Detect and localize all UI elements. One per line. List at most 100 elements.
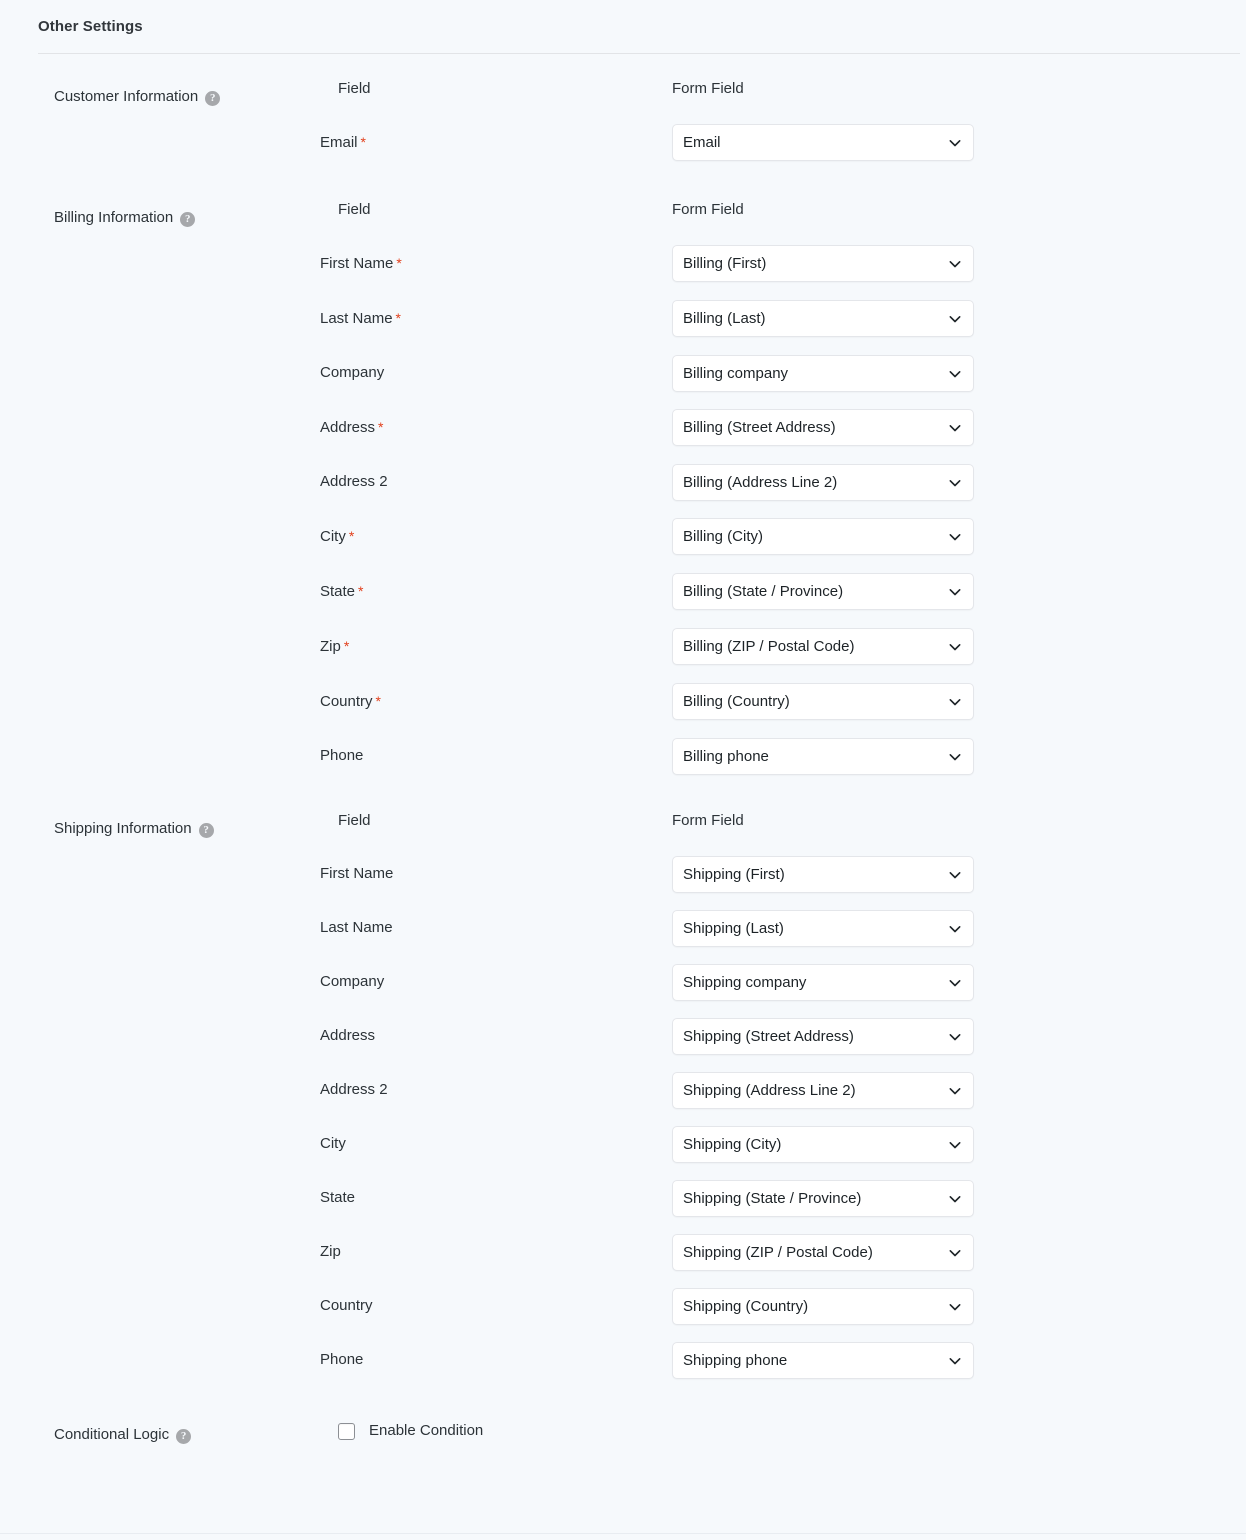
field-label: Address — [320, 1027, 375, 1044]
field-label-text: First Name — [320, 865, 394, 882]
table-row: Zip * Billing (ZIP / Postal Code) — [320, 625, 998, 680]
enable-condition-checkbox[interactable] — [338, 1422, 355, 1440]
setting-label-text: Billing Information — [54, 209, 174, 226]
field-label: Address * — [320, 419, 383, 436]
form-field-cell: Billing (Street Address) — [658, 406, 998, 461]
table-row: Email * Email — [320, 121, 998, 176]
form-field-select-billing_information-0[interactable]: Billing (First) — [672, 245, 974, 282]
form-field-cell: Shipping phone — [658, 1339, 998, 1393]
field-label: Last Name — [320, 919, 393, 936]
form-field-select-shipping_information-9[interactable]: Shipping phone — [672, 1341, 974, 1379]
form-field-cell: Shipping (Last) — [658, 907, 998, 961]
field-label: City * — [320, 528, 354, 545]
table-row: Country * Billing (Country) — [320, 680, 998, 735]
form-field-select-wrap: Email — [672, 124, 974, 161]
field-label-text: Last Name — [320, 310, 393, 327]
field-name-cell: Zip * — [320, 625, 658, 680]
field-mapping-table: Field Form Field Email * Email — [320, 79, 998, 176]
field-name-cell: Address * — [320, 406, 658, 461]
form-field-cell: Shipping (City) — [658, 1123, 998, 1177]
table-row: Phone Billing phone — [320, 735, 998, 789]
form-field-select-customer_information-0[interactable]: Email — [672, 124, 974, 161]
field-name-cell: Email * — [320, 121, 658, 176]
form-field-select-billing_information-3[interactable]: Billing (Street Address) — [672, 409, 974, 446]
required-asterisk: * — [343, 638, 350, 654]
field-label-text: Address — [320, 1027, 376, 1044]
field-label: Zip * — [320, 638, 349, 655]
form-field-select-billing_information-5[interactable]: Billing (City) — [672, 518, 974, 555]
table-row: Phone Shipping phone — [320, 1339, 998, 1393]
column-header-field: Field — [338, 812, 371, 829]
field-name-cell: Country * — [320, 680, 658, 735]
field-label-text: Zip — [320, 1243, 341, 1260]
form-field-select-wrap: Shipping (Country) — [672, 1287, 974, 1325]
form-field-select-billing_information-6[interactable]: Billing (State / Province) — [672, 573, 974, 610]
field-mapping-table: Field Form Field First Name * Billing (Fi… — [320, 200, 998, 789]
form-field-select-wrap: Billing (Last) — [672, 300, 974, 337]
form-field-select-shipping_information-4[interactable]: Shipping (Address Line 2) — [672, 1071, 974, 1109]
form-field-select-shipping_information-3[interactable]: Shipping (Street Address) — [672, 1017, 974, 1055]
form-field-select-shipping_information-2[interactable]: Shipping company — [672, 963, 974, 1001]
form-field-select-wrap: Shipping (Street Address) — [672, 1017, 974, 1055]
setting-label-cell: Conditional Logic ? — [0, 1417, 320, 1445]
setting-label-billing_information: Billing Information ? — [54, 208, 196, 228]
form-field-select-shipping_information-8[interactable]: Shipping (Country) — [672, 1287, 974, 1325]
form-field-select-wrap: Shipping company — [672, 963, 974, 1001]
setting-label-text: Conditional Logic — [54, 1426, 170, 1443]
field-label: Country * — [320, 693, 381, 710]
panel-header: Other Settings — [0, 0, 1246, 55]
form-field-select-billing_information-1[interactable]: Billing (Last) — [672, 300, 974, 337]
form-field-select-shipping_information-6[interactable]: Shipping (State / Province) — [672, 1179, 974, 1217]
form-field-select-wrap: Shipping (ZIP / Postal Code) — [672, 1233, 974, 1271]
settings-body: Customer Information ? Field Form Field … — [0, 55, 1246, 1445]
field-name-cell: Last Name — [320, 907, 658, 961]
table-row: Zip Shipping (ZIP / Postal Code) — [320, 1231, 998, 1285]
form-field-select-billing_information-2[interactable]: Billing company — [672, 354, 974, 392]
form-field-cell: Shipping company — [658, 961, 998, 1015]
form-field-select-billing_information-8[interactable]: Billing (Country) — [672, 683, 974, 720]
form-field-select-wrap: Shipping phone — [672, 1341, 974, 1379]
enable-condition-row: Enable Condition — [320, 1417, 1246, 1441]
setting-label-text: Shipping Information — [54, 820, 192, 837]
form-field-select-shipping_information-7[interactable]: Shipping (ZIP / Postal Code) — [672, 1233, 974, 1271]
form-field-cell: Billing (City) — [658, 515, 998, 570]
setting-control-cell: Field Form Field First Name Shipping (Fi… — [320, 811, 1246, 1393]
form-field-select-wrap: Billing (State / Province) — [672, 573, 974, 610]
help-icon[interactable]: ? — [198, 822, 214, 838]
help-icon[interactable]: ? — [205, 90, 221, 106]
form-field-cell: Shipping (ZIP / Postal Code) — [658, 1231, 998, 1285]
form-field-cell: Shipping (First) — [658, 853, 998, 907]
form-field-select-shipping_information-1[interactable]: Shipping (Last) — [672, 909, 974, 947]
form-field-select-billing_information-9[interactable]: Billing phone — [672, 737, 974, 775]
field-label-text: Address 2 — [320, 1081, 388, 1098]
setting-label-customer_information: Customer Information ? — [54, 87, 221, 107]
field-label-text: State — [320, 583, 356, 600]
field-label: State — [320, 1189, 355, 1206]
form-field-select-shipping_information-0[interactable]: Shipping (First) — [672, 855, 974, 893]
field-label-text: Company — [320, 973, 385, 990]
form-field-select-wrap: Shipping (Last) — [672, 909, 974, 947]
field-label-text: State — [320, 1189, 356, 1206]
field-name-cell: Address 2 — [320, 461, 658, 515]
field-name-cell: City * — [320, 515, 658, 570]
field-name-cell: Phone — [320, 735, 658, 789]
field-label: Address 2 — [320, 1081, 388, 1098]
help-icon[interactable]: ? — [176, 1428, 192, 1444]
form-field-cell: Shipping (Address Line 2) — [658, 1069, 998, 1123]
column-header-form-field: Form Field — [672, 201, 744, 218]
field-label-text: City — [320, 528, 346, 545]
form-field-select-shipping_information-5[interactable]: Shipping (City) — [672, 1125, 974, 1163]
required-asterisk: * — [348, 528, 355, 544]
form-field-select-billing_information-4[interactable]: Billing (Address Line 2) — [672, 463, 974, 501]
field-label: Email * — [320, 134, 366, 151]
table-row: Address * Billing (Street Address) — [320, 406, 998, 461]
table-row: Address 2 Billing (Address Line 2) — [320, 461, 998, 515]
field-name-cell: State — [320, 1177, 658, 1231]
field-label: Address 2 — [320, 473, 388, 490]
help-icon[interactable]: ? — [180, 211, 196, 227]
setting-row-conditional-logic: Conditional Logic ? Enable Condition — [0, 1417, 1246, 1445]
field-name-cell: Zip — [320, 1231, 658, 1285]
form-field-select-billing_information-7[interactable]: Billing (ZIP / Postal Code) — [672, 628, 974, 665]
field-name-cell: Address — [320, 1015, 658, 1069]
enable-condition-label[interactable]: Enable Condition — [369, 1421, 483, 1441]
